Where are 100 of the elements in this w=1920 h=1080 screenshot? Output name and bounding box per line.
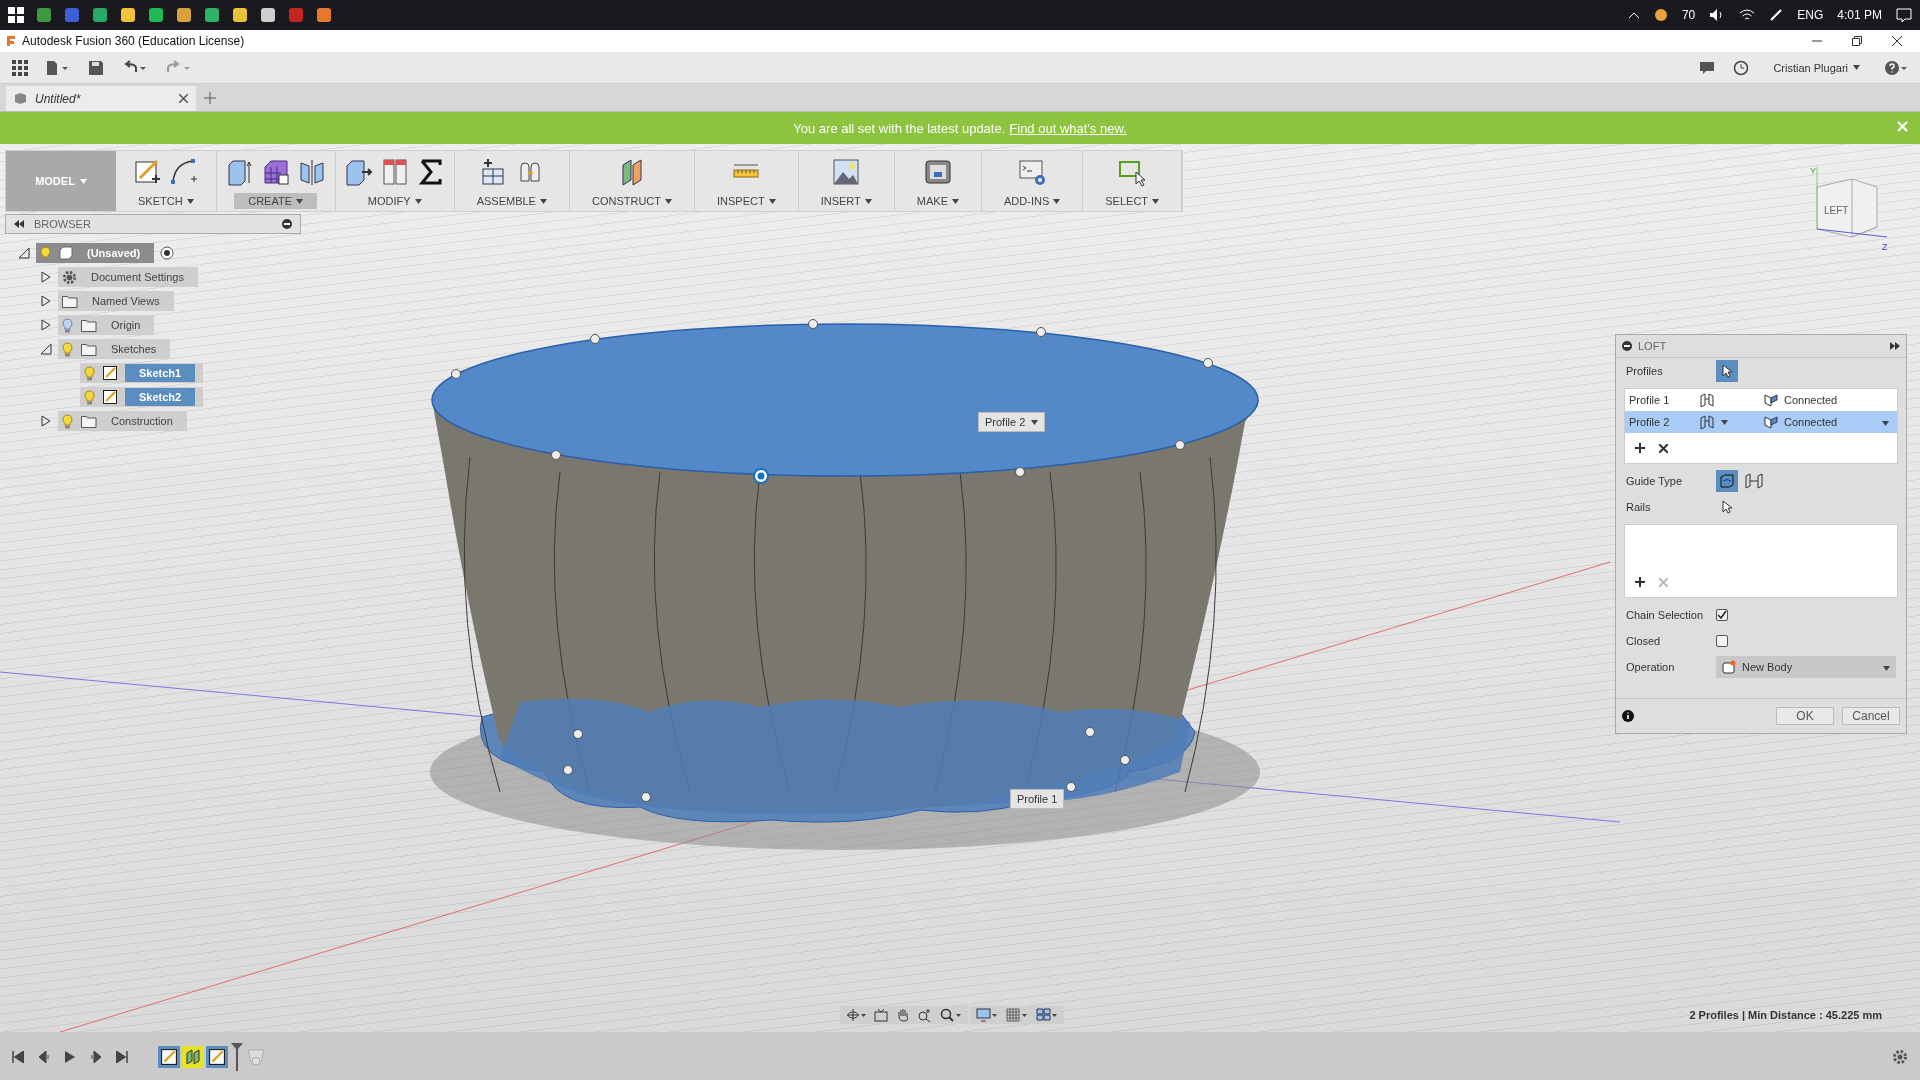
toolbar-menu[interactable]: CONSTRUCT [577, 193, 686, 209]
expand-icon[interactable] [1890, 342, 1900, 350]
checkbox[interactable] [1716, 635, 1728, 647]
minus-circle-icon[interactable] [282, 219, 292, 229]
profile-row[interactable]: Profile 1 Connected [1625, 389, 1897, 411]
guide-rails-button[interactable] [1716, 470, 1738, 492]
file-icon[interactable] [46, 59, 70, 76]
expand-toggle-icon[interactable] [40, 271, 52, 283]
notification-icon[interactable] [1896, 8, 1912, 22]
timeline-feature[interactable] [158, 1046, 180, 1068]
profile-tag[interactable]: Profile 1 [1010, 789, 1065, 809]
expand-toggle-icon[interactable] [40, 295, 52, 307]
grid-icon[interactable] [1006, 1008, 1028, 1022]
display-settings-icon[interactable] [976, 1008, 998, 1022]
toolbar-menu[interactable]: SELECT [1091, 193, 1174, 209]
browser-item[interactable]: Sketches [58, 339, 171, 359]
expand-toggle-icon[interactable] [40, 319, 52, 331]
browser-item[interactable]: Construction [58, 411, 187, 431]
pan-hand-icon[interactable] [896, 1008, 910, 1022]
profile-row[interactable]: Profile 2 Connected [1625, 411, 1897, 433]
operation-dropdown[interactable]: New Body [1716, 656, 1896, 678]
browser-item[interactable]: Sketch1 [80, 363, 204, 383]
toolbar-menu[interactable]: MAKE [902, 193, 973, 209]
browser-item[interactable]: Origin [58, 315, 155, 335]
app-icon[interactable] [316, 7, 332, 23]
app-icon[interactable] [92, 7, 108, 23]
timeline-feature[interactable] [206, 1046, 228, 1068]
expand-toggle-icon[interactable] [40, 343, 52, 355]
toolbar-menu[interactable]: ASSEMBLE [462, 193, 561, 209]
browser-item[interactable]: Sketch2 [80, 387, 204, 407]
wifi-icon[interactable] [1739, 8, 1756, 22]
toolbar-menu[interactable]: MODIFY [353, 193, 436, 209]
play-icon[interactable] [64, 1051, 76, 1063]
add-icon[interactable] [1635, 577, 1645, 587]
chevron-up-icon[interactable] [1627, 11, 1640, 19]
step-forward-icon[interactable] [90, 1051, 102, 1063]
expand-toggle-icon[interactable] [40, 415, 52, 427]
dialog-button[interactable]: Cancel [1842, 707, 1900, 725]
grid-menu-icon[interactable] [12, 59, 28, 76]
pen-icon[interactable] [1769, 8, 1784, 22]
toolbar-menu[interactable]: ADD-INS [990, 193, 1075, 209]
document-tab[interactable]: Untitled* [6, 86, 196, 111]
flip-icon[interactable] [1699, 393, 1715, 407]
app-icon[interactable] [36, 7, 52, 23]
app-icon[interactable] [176, 7, 192, 23]
flip-icon[interactable] [1699, 415, 1715, 429]
timeline-feature[interactable] [182, 1046, 204, 1068]
user-menu[interactable]: Cristian Plugari [1767, 60, 1866, 75]
skip-end-icon[interactable] [116, 1051, 128, 1063]
cursor-icon[interactable] [1722, 500, 1732, 514]
new-tab-icon[interactable] [204, 92, 216, 104]
view-cube-drawing[interactable]: LEFT Y Z [1802, 162, 1892, 252]
timeline-marker-icon[interactable] [230, 1043, 244, 1071]
viewports-icon[interactable] [1036, 1008, 1058, 1022]
app-icon[interactable] [204, 7, 220, 23]
arc-icon[interactable] [168, 157, 199, 187]
app-icon[interactable] [260, 7, 276, 23]
skip-start-icon[interactable] [12, 1051, 24, 1063]
printer-icon[interactable] [922, 157, 953, 187]
look-at-icon[interactable] [874, 1008, 888, 1022]
activate-radio-icon[interactable] [160, 246, 175, 260]
dialog-button[interactable]: OK [1776, 707, 1834, 725]
script-gear-icon[interactable] [1017, 157, 1048, 187]
add-icon[interactable] [1635, 443, 1645, 453]
save-icon[interactable] [88, 59, 104, 76]
collapse-icon[interactable] [14, 220, 24, 228]
field-label: Guide Type [1626, 475, 1684, 487]
step-back-icon[interactable] [38, 1051, 50, 1063]
toolbar-menu[interactable]: INSERT [806, 193, 886, 209]
remove-icon[interactable] [1659, 443, 1668, 453]
toolbar-menu[interactable]: SKETCH [124, 193, 208, 209]
settings-icon[interactable] [1892, 1049, 1908, 1065]
minus-circle-icon[interactable] [1622, 341, 1632, 351]
centerline-icon[interactable] [1744, 473, 1764, 489]
help-icon[interactable] [1884, 59, 1908, 76]
image-icon[interactable] [831, 157, 862, 187]
browser-item[interactable]: Named Views [58, 291, 174, 311]
info-icon[interactable] [1622, 710, 1634, 722]
zoom-window-icon[interactable] [940, 1008, 962, 1022]
windows-icon[interactable] [8, 7, 24, 23]
browser-item[interactable]: Document Settings [58, 267, 198, 287]
toolbar-menu[interactable]: CREATE [234, 193, 318, 209]
profile-tag[interactable]: Profile 2 [978, 412, 1046, 432]
app-icon[interactable] [232, 7, 248, 23]
zoom-icon[interactable] [918, 1008, 932, 1022]
checkbox[interactable] [1716, 609, 1728, 621]
chat-icon[interactable] [1699, 60, 1716, 75]
expand-toggle-icon[interactable] [18, 247, 30, 259]
close-icon[interactable] [1892, 36, 1902, 46]
select-button[interactable] [1716, 360, 1738, 382]
app-icon[interactable] [148, 7, 164, 23]
clock[interactable]: 4:01 PM [1837, 8, 1882, 22]
clock-icon[interactable] [1733, 59, 1750, 76]
language-indicator[interactable]: ENG [1797, 8, 1824, 22]
push-pull-icon[interactable] [343, 157, 374, 187]
app-icon[interactable] [120, 7, 136, 23]
close-icon[interactable] [179, 94, 188, 103]
restore-icon[interactable] [1852, 36, 1862, 46]
orbit-icon[interactable] [846, 1008, 866, 1022]
toolbar-menu[interactable]: INSPECT [703, 193, 790, 209]
